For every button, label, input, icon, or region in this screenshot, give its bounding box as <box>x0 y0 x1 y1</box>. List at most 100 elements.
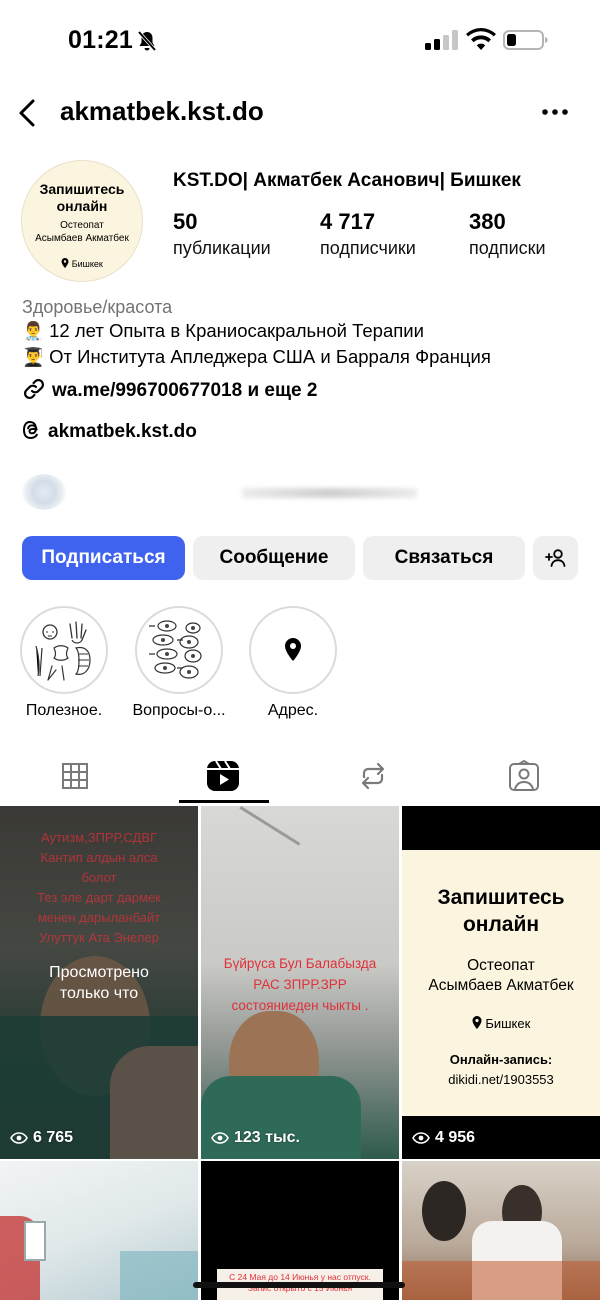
reel-thumbnail-floor <box>402 1261 600 1300</box>
profile-link[interactable]: wa.me/996700677018 и еще 2 <box>22 377 317 402</box>
status-time: 01:21 <box>68 26 133 54</box>
stat-posts-value: 50 <box>173 209 198 234</box>
reel-tile[interactable]: Запишитесь онлайн Остеопат Асымбаев Акма… <box>402 806 600 1159</box>
eye-icon <box>10 1132 28 1144</box>
reel-poster: Запишитесь онлайн Остеопат Асымбаев Акма… <box>402 850 600 1116</box>
tab-grid[interactable] <box>0 748 150 804</box>
link-icon <box>23 378 45 400</box>
follower-avatar <box>22 474 66 510</box>
tab-reels[interactable] <box>148 748 298 804</box>
bell-slash-icon <box>137 30 157 52</box>
stat-following-value: 380 <box>469 209 506 234</box>
reel-tile[interactable] <box>0 1161 198 1300</box>
reel-thumbnail-wall <box>120 1251 198 1300</box>
reel-poster-subtitle: Остеопат Асымбаев Акматбек <box>428 957 574 994</box>
highlight-label: Полезное. <box>25 702 103 719</box>
tab-reposts[interactable] <box>298 748 448 804</box>
reel-tile[interactable]: Аутизм,ЗПРР,СДВГ Кантип алдын алса болот… <box>0 806 198 1159</box>
avatar-city: Бишкек <box>22 258 142 269</box>
reel-caption: Бүйрүса Бул Балабызда РАС ЗПРР.ЗРР состо… <box>223 956 377 1013</box>
avatar-subtitle: Остеопат Асымбаев Акматбек <box>22 219 142 245</box>
eye-icon <box>211 1132 229 1144</box>
reel-thumbnail-ceiling <box>239 806 301 846</box>
contact-button[interactable]: Связаться <box>363 536 525 580</box>
home-indicator[interactable] <box>193 1282 405 1288</box>
reel-tile[interactable] <box>402 1161 600 1300</box>
chevron-left-icon[interactable] <box>16 98 38 128</box>
location-pin-icon <box>61 258 69 268</box>
eye-icon <box>412 1132 430 1144</box>
reel-views-count: 123 тыс. <box>234 1129 300 1146</box>
threads-icon <box>22 420 38 440</box>
highlight-cover <box>254 611 332 689</box>
reel-poster-booking-url: dikidi.net/1903553 <box>448 1072 554 1087</box>
stat-following-label: подписки <box>469 238 546 258</box>
stat-followers[interactable]: 4 717 подписчики <box>320 208 416 260</box>
status-bar: 01:21 <box>0 0 600 80</box>
reel-views-count: 6 765 <box>33 1129 74 1146</box>
location-pin-icon <box>285 638 301 661</box>
avatar-line-4: Асымбаев Акматбек <box>35 233 129 244</box>
avatar-line-3: Остеопат <box>60 220 104 231</box>
content-tabs <box>0 748 600 804</box>
profile-header: akmatbek.kst.do <box>0 88 600 138</box>
highlight-address[interactable]: Адрес. <box>238 606 348 720</box>
highlight-ring <box>20 606 108 694</box>
reel-thumbnail-outlet <box>24 1221 46 1261</box>
bio-text: От Института Апледжера США и Барраля Фра… <box>49 346 491 367</box>
highlight-ring <box>135 606 223 694</box>
tab-tagged[interactable] <box>449 748 599 804</box>
highlight-cover <box>25 611 103 689</box>
threads-username: akmatbek.kst.do <box>48 421 197 442</box>
spine-illustration-icon <box>149 620 202 679</box>
stat-followers-label: подписчики <box>320 238 416 258</box>
followed-by-text-blurred <box>242 488 417 498</box>
bio-text: 12 лет Опыта в Краниосакральной Терапии <box>49 320 424 341</box>
reel-tile[interactable]: Бүйрүса Бул Балабызда РАС ЗПРР.ЗРР состо… <box>201 806 399 1159</box>
reel-views: 6 765 <box>10 1129 73 1147</box>
reel-poster-booking-label: Онлайн-запись: <box>449 1052 553 1067</box>
reel-poster-city-text: Бишкек <box>485 1016 531 1031</box>
signal-icon <box>425 30 458 50</box>
highlight-questions[interactable]: Вопросы-о... <box>124 606 234 720</box>
stat-followers-value: 4 717 <box>320 209 376 234</box>
stat-posts[interactable]: 50 публикации <box>173 208 271 260</box>
suggest-people-button[interactable] <box>533 536 578 580</box>
threads-link[interactable]: akmatbek.kst.do <box>22 420 197 443</box>
profile-username: akmatbek.kst.do <box>60 96 264 126</box>
reel-watched-overlay: Просмотрено только что <box>49 964 149 1002</box>
active-tab-indicator <box>179 800 269 803</box>
wifi-icon <box>466 28 496 50</box>
repost-icon <box>361 762 385 790</box>
avatar[interactable]: Запишитесь онлайн Остеопат Асымбаев Акма… <box>21 160 143 282</box>
bio-line: 👨‍🎓 От Института Апледжера США и Барраля… <box>22 346 491 368</box>
avatar-line-1: Запишитесь <box>39 181 125 197</box>
reel-caption: Аутизм,ЗПРР,СДВГ Кантип алдын алса болот… <box>37 830 161 945</box>
reel-views: 123 тыс. <box>211 1129 300 1147</box>
doctor-emoji-icon: 👨‍⚕️ <box>22 321 45 341</box>
skeleton-illustration-icon <box>35 621 91 681</box>
grid-icon <box>62 763 88 789</box>
reel-poster-city: Бишкек <box>402 1016 600 1031</box>
message-button[interactable]: Сообщение <box>193 536 355 580</box>
highlight-useful[interactable]: Полезное. <box>9 606 119 720</box>
graduate-emoji-icon: 👨‍🎓 <box>22 347 45 367</box>
location-pin-icon <box>472 1016 482 1029</box>
stat-posts-label: публикации <box>173 238 271 258</box>
reel-tile[interactable]: С 24 Мая до 14 Июнья у нас отпуск. Запис… <box>201 1161 399 1300</box>
avatar-title: Запишитесь онлайн <box>22 181 142 215</box>
follow-button[interactable]: Подписаться <box>22 536 185 580</box>
add-person-icon <box>544 549 565 567</box>
avatar-line-2: онлайн <box>56 198 108 214</box>
highlight-label: Вопросы-о... <box>132 702 226 719</box>
highlight-ring <box>249 606 337 694</box>
more-horizontal-icon[interactable] <box>540 102 570 122</box>
avatar-line-5: Бишкек <box>71 259 103 269</box>
followed-by-preview[interactable] <box>22 466 417 514</box>
profile-full-name: KST.DO| Акматбек Асанович| Бишкек <box>173 170 521 191</box>
profile-link-text: wa.me/996700677018 и еще 2 <box>52 380 318 401</box>
stat-following[interactable]: 380 подписки <box>469 208 546 260</box>
highlight-cover <box>140 611 218 689</box>
reel-views-count: 4 956 <box>435 1129 476 1146</box>
highlight-label: Адрес. <box>267 702 319 719</box>
